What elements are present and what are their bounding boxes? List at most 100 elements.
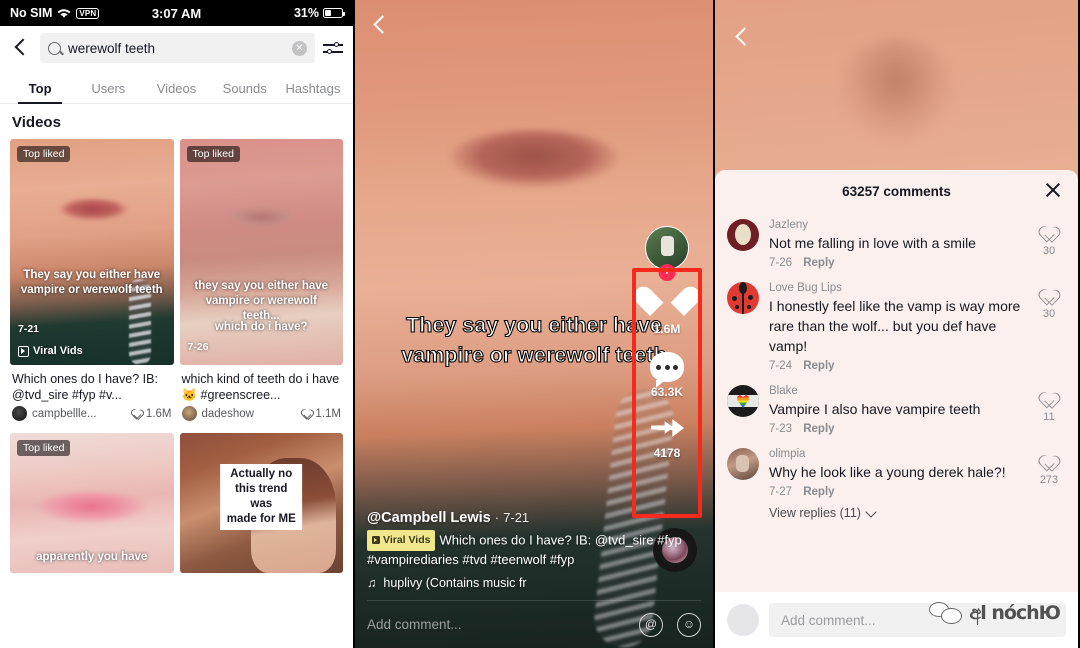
comment-like-count: 273 [1039, 474, 1059, 486]
comment-input-bar: Add comment... [715, 592, 1078, 648]
badge-top-liked: Top liked [186, 146, 240, 162]
back-chevron-icon[interactable] [731, 26, 753, 48]
avatar [181, 406, 197, 421]
comment-item: Love Bug Lips I honestly feel like the v… [725, 275, 1068, 378]
comment-text: Vampire I also have vampire teeth [769, 401, 981, 417]
comment-item: Blake Vampire I also have vampire teeth … [725, 378, 1068, 441]
video-thumbnail[interactable]: Top liked apparently you have [10, 433, 174, 573]
search-query-text: werewolf teeth [68, 40, 156, 56]
face-avatar[interactable] [727, 219, 759, 251]
result-likes: 1.6M [132, 408, 172, 420]
reply-link[interactable]: Reply [803, 257, 834, 269]
like-count: 1.1M [315, 407, 341, 420]
at-mention-icon[interactable]: @ [639, 612, 663, 637]
result-card[interactable]: Actually no this trend was made for ME [179, 433, 343, 573]
avatar [12, 406, 27, 421]
share-button[interactable]: 4178 [649, 415, 685, 460]
result-author[interactable]: campbellle... [32, 408, 97, 420]
video-thumbnail[interactable]: Top liked They say you either have vampi… [10, 139, 174, 365]
comment-body: Love Bug Lips I honestly feel like the v… [769, 282, 1022, 372]
result-card[interactable]: Top liked They say you either have vampi… [10, 139, 174, 427]
clear-circle-icon[interactable]: ✕ [292, 40, 307, 56]
comment-like-button[interactable]: 30 [1032, 282, 1066, 372]
heart-icon [301, 408, 312, 419]
thumbnail-overlay-text: Actually no this trend was made for ME [220, 463, 303, 530]
back-chevron-icon[interactable] [369, 14, 391, 36]
share-count: 4178 [653, 446, 681, 460]
video-comment-input-bar: Add comment... @ ☺ [367, 600, 701, 648]
heart-icon [1040, 391, 1059, 409]
thumbnail-overlay-text: They say you either have vampire or were… [20, 268, 163, 296]
thumbnail-overlay-text-2: which do i have? [214, 320, 308, 333]
carrier-label: No SIM [10, 6, 53, 20]
result-card[interactable]: Top liked apparently you have [10, 433, 174, 573]
comments-header: 63257 comments [715, 170, 1078, 212]
thumbnail-date: 7-26 [187, 341, 209, 353]
comment-bubble-icon [650, 352, 684, 388]
vpn-badge: VPN [76, 7, 100, 19]
status-bar: No SIM VPN 3:07 AM 31% [0, 0, 353, 26]
result-caption: which kind of teeth do i have 🐱 #greensc… [181, 372, 340, 402]
separator-dot: · [494, 510, 500, 525]
view-replies-link[interactable]: View replies (11) [725, 504, 1068, 528]
video-date: 7-21 [503, 510, 530, 525]
video-thumbnail[interactable]: Top liked they say you either have vampi… [179, 139, 343, 365]
video-music-row[interactable]: ♫ huplivy (Contains music fr [367, 576, 701, 590]
comment-like-button[interactable]: 11 [1032, 385, 1066, 435]
comment-text: Not me falling in love with a smile [769, 235, 976, 251]
plus-follow-icon[interactable]: + [658, 264, 676, 281]
status-left: No SIM VPN [10, 6, 100, 20]
tab-sounds[interactable]: Sounds [211, 81, 279, 103]
video-results-grid: Top liked They say you either have vampi… [0, 139, 353, 573]
comment-meta: 7-26 Reply [769, 257, 1022, 269]
comment-author[interactable]: olimpia [769, 448, 1022, 460]
video-face-detail [838, 38, 955, 143]
video-info-bar: @Campbell Lewis · 7-21 Viral Vids Which … [355, 500, 713, 648]
comment-input[interactable]: Add comment... [769, 603, 1066, 637]
video-source-tag[interactable]: Viral Vids [367, 530, 436, 551]
result-author[interactable]: dadeshow [202, 408, 254, 420]
result-likes: 1.1M [301, 408, 341, 420]
like-button[interactable]: 1.6M [649, 286, 685, 336]
comments-list[interactable]: Jazleny Not me falling in love with a sm… [715, 212, 1078, 592]
rainbow-heart-avatar[interactable] [727, 385, 759, 417]
comment-author[interactable]: Love Bug Lips [769, 282, 1022, 294]
comment-button[interactable]: 63.3K [650, 352, 684, 399]
status-right: 31% [294, 6, 345, 20]
heart-icon [649, 286, 685, 319]
comment-input-placeholder: Add comment... [781, 612, 876, 628]
comment-item: olimpia Why he look like a young derek h… [725, 441, 1068, 504]
comment-author[interactable]: Jazleny [769, 219, 1022, 231]
photo-avatar[interactable] [727, 448, 759, 480]
close-x-icon[interactable] [1044, 181, 1062, 199]
video-username[interactable]: @Campbell Lewis · 7-21 [367, 510, 701, 526]
filter-sliders-icon[interactable] [323, 39, 343, 57]
video-thumbnail[interactable]: Actually no this trend was made for ME [179, 433, 343, 573]
tab-videos[interactable]: Videos [142, 81, 210, 103]
comment-like-button[interactable]: 273 [1032, 448, 1066, 498]
comment-input-placeholder[interactable]: Add comment... [367, 617, 625, 632]
result-meta: dadeshow 1.1M [180, 406, 344, 427]
source-tag-label: Viral Vids [383, 534, 431, 546]
heart-icon [132, 408, 143, 419]
comment-date: 7-24 [769, 360, 793, 372]
comment-like-button[interactable]: 30 [1032, 219, 1066, 269]
result-caption: Which ones do I have? IB: @tvd_sire #fyp… [12, 372, 158, 402]
tab-hashtags[interactable]: Hashtags [279, 81, 347, 103]
comment-meta: 7-23 Reply [769, 423, 1022, 435]
tab-top[interactable]: Top [6, 81, 74, 103]
back-chevron-icon[interactable] [10, 37, 32, 59]
search-input[interactable]: werewolf teeth ✕ [40, 33, 315, 63]
emoji-smiley-icon[interactable]: ☺ [677, 612, 701, 637]
share-arrow-icon [649, 415, 685, 443]
comment-meta: 7-24 Reply [769, 360, 1022, 372]
video-action-rail: + 1.6M 63.3K 4178 [639, 226, 695, 460]
tab-users[interactable]: Users [74, 81, 142, 103]
thumbnail-overlay-text: they say you either have vampire or were… [194, 280, 329, 323]
comment-author[interactable]: Blake [769, 385, 1022, 397]
reply-link[interactable]: Reply [803, 423, 834, 435]
reply-link[interactable]: Reply [803, 486, 834, 498]
result-card[interactable]: Top liked they say you either have vampi… [179, 139, 344, 427]
reply-link[interactable]: Reply [803, 360, 834, 372]
ladybug-avatar[interactable] [727, 282, 759, 314]
